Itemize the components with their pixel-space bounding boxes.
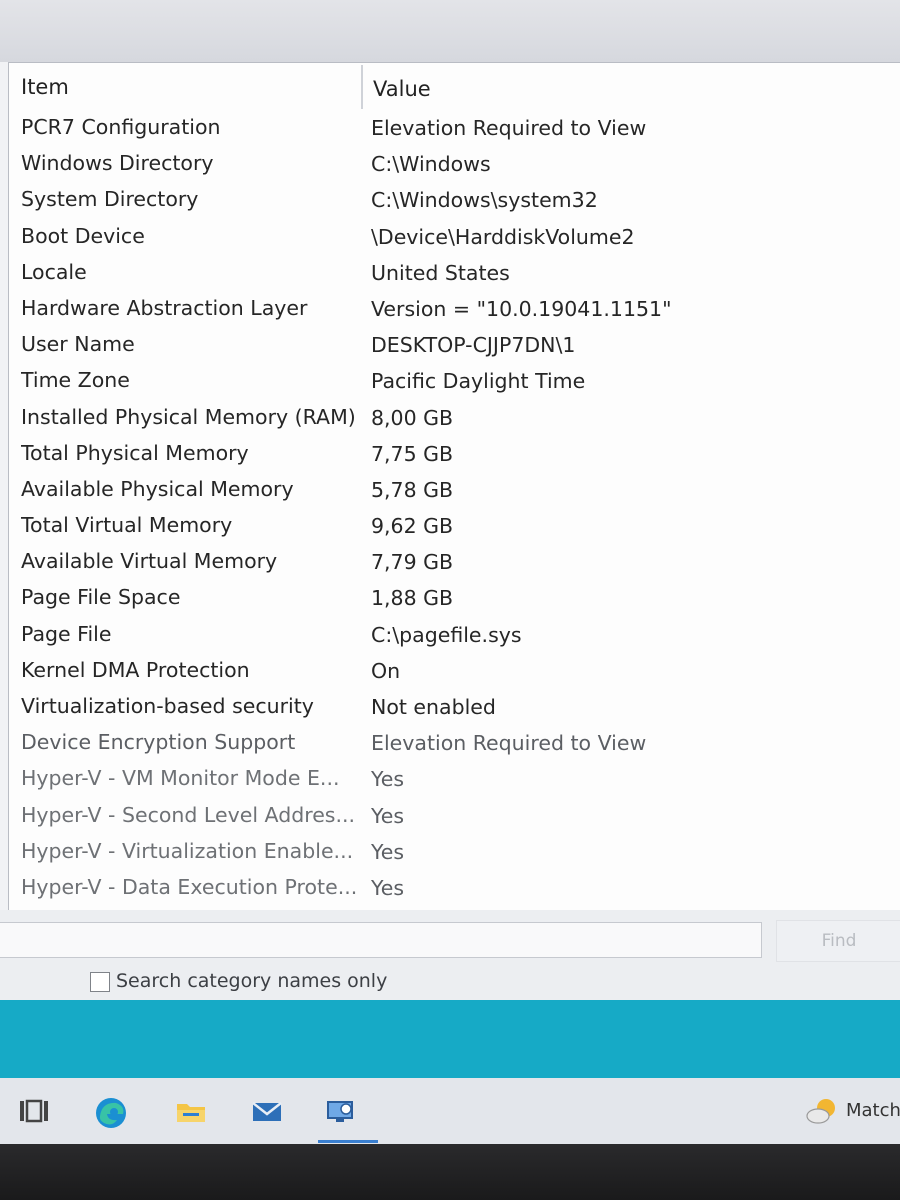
item-cell: Device Encryption Support [21, 730, 296, 755]
item-cell: Time Zone [21, 368, 130, 393]
value-cell: \Device\HarddiskVolume2 [371, 224, 635, 249]
value-cell: 7,79 GB [371, 550, 454, 575]
item-cell: Available Virtual Memory [21, 549, 278, 574]
item-cell: Page File Space [21, 585, 181, 610]
table-row[interactable]: Hardware Abstraction Layer Version = "10.… [9, 290, 900, 326]
value-cell: 1,88 GB [371, 586, 454, 611]
item-cell: PCR7 Configuration [21, 115, 221, 139]
column-resize-handle[interactable] [361, 65, 363, 109]
item-cell: Page File [21, 621, 112, 646]
item-cell: User Name [21, 332, 135, 357]
list-rows: PCR7 Configuration Elevation Required to … [9, 109, 900, 905]
screen-bottom-edge [0, 1144, 900, 1200]
item-cell: Total Physical Memory [21, 440, 249, 465]
list-header: Item Value [9, 63, 900, 109]
table-row[interactable]: Virtualization-based security Not enabled [9, 688, 900, 724]
item-cell: Hyper-V - Second Level Addres... [21, 802, 356, 827]
table-row[interactable]: Page File Space 1,88 GB [9, 579, 900, 615]
table-row[interactable]: Hyper-V - Second Level Addres... Yes [9, 797, 900, 833]
value-cell: Yes [371, 767, 405, 792]
find-what-input[interactable] [0, 922, 762, 958]
table-row[interactable]: Hyper-V - VM Monitor Mode E... Yes [9, 760, 900, 796]
value-cell: C:\Windows\system32 [371, 188, 598, 213]
column-header-item[interactable]: Item [21, 75, 69, 99]
search-category-names-only-label[interactable]: Search category names only [116, 970, 387, 992]
value-cell: Elevation Required to View [371, 116, 647, 140]
table-row[interactable]: Hyper-V - Data Execution Prote... Yes [9, 869, 900, 905]
item-cell: Virtualization-based security [21, 694, 314, 718]
value-cell: C:\pagefile.sys [371, 622, 522, 647]
table-row[interactable]: Hyper-V - Virtualization Enable... Yes [9, 833, 900, 869]
table-row[interactable]: Total Virtual Memory 9,62 GB [9, 507, 900, 543]
item-cell: Boot Device [21, 223, 145, 248]
table-row[interactable]: Locale United States [9, 254, 900, 290]
item-cell: Installed Physical Memory (RAM) [21, 404, 356, 429]
table-row[interactable]: Time Zone Pacific Daylight Time [9, 362, 900, 398]
table-row[interactable]: Kernel DMA Protection On [9, 652, 900, 688]
table-row[interactable]: Available Virtual Memory 7,79 GB [9, 543, 900, 579]
search-category-names-only-checkbox[interactable] [90, 972, 110, 992]
item-cell: Kernel DMA Protection [21, 657, 250, 682]
file-explorer-icon[interactable] [174, 1096, 208, 1126]
value-cell: C:\Windows [371, 152, 491, 177]
value-cell: United States [371, 260, 510, 285]
table-row[interactable]: Available Physical Memory 5,78 GB [9, 471, 900, 507]
value-cell: DESKTOP-CJJP7DN\1 [371, 333, 576, 358]
item-cell: Hardware Abstraction Layer [21, 295, 308, 320]
value-cell: Yes [371, 839, 405, 864]
item-cell: Total Virtual Memory [21, 513, 233, 538]
active-app-indicator [318, 1140, 378, 1143]
value-cell: 7,75 GB [371, 441, 454, 466]
table-row[interactable]: Boot Device \Device\HarddiskVolume2 [9, 218, 900, 254]
task-view-icon[interactable] [18, 1096, 52, 1126]
edge-icon[interactable] [94, 1096, 128, 1128]
value-cell: 5,78 GB [371, 477, 454, 502]
table-row[interactable]: PCR7 Configuration Elevation Required to … [9, 109, 900, 145]
table-row[interactable]: Device Encryption Support Elevation Requi… [9, 724, 900, 760]
desktop-background [0, 1000, 900, 1078]
weather-widget-text[interactable]: Match [846, 1100, 900, 1121]
item-cell: System Directory [21, 187, 199, 212]
details-list[interactable]: Item Value PCR7 Configuration Elevation R… [8, 62, 900, 912]
item-cell: Hyper-V - Virtualization Enable... [21, 838, 354, 863]
weather-icon[interactable] [806, 1096, 840, 1126]
search-area: Find Search category names only [0, 910, 900, 1000]
value-cell: On [371, 658, 401, 683]
item-cell: Available Physical Memory [21, 476, 294, 501]
table-row[interactable]: Total Physical Memory 7,75 GB [9, 435, 900, 471]
value-cell: 9,62 GB [371, 514, 454, 539]
table-row[interactable]: System Directory C:\Windows\system32 [9, 181, 900, 217]
value-cell: Elevation Required to View [371, 731, 647, 756]
value-cell: Yes [371, 875, 405, 900]
value-cell: Not enabled [371, 695, 496, 719]
value-cell: Pacific Daylight Time [371, 369, 586, 394]
value-cell: Yes [371, 803, 405, 828]
screen-top-edge [0, 0, 900, 62]
item-cell: Hyper-V - VM Monitor Mode E... [21, 766, 340, 791]
value-cell: 8,00 GB [371, 405, 454, 430]
column-header-value[interactable]: Value [373, 77, 431, 101]
system-information-icon[interactable] [324, 1096, 358, 1126]
system-information-window: Item Value PCR7 Configuration Elevation R… [0, 62, 900, 1000]
table-row[interactable]: User Name DESKTOP-CJJP7DN\1 [9, 326, 900, 362]
mail-icon[interactable] [250, 1096, 284, 1126]
find-button[interactable]: Find [776, 920, 900, 962]
table-row[interactable]: Page File C:\pagefile.sys [9, 616, 900, 652]
value-cell: Version = "10.0.19041.1151" [371, 296, 672, 321]
item-cell: Hyper-V - Data Execution Prote... [21, 874, 358, 899]
table-row[interactable]: Windows Directory C:\Windows [9, 145, 900, 181]
taskbar: Match [0, 1078, 900, 1144]
item-cell: Locale [21, 259, 87, 284]
item-cell: Windows Directory [21, 151, 214, 176]
table-row[interactable]: Installed Physical Memory (RAM) 8,00 GB [9, 399, 900, 435]
